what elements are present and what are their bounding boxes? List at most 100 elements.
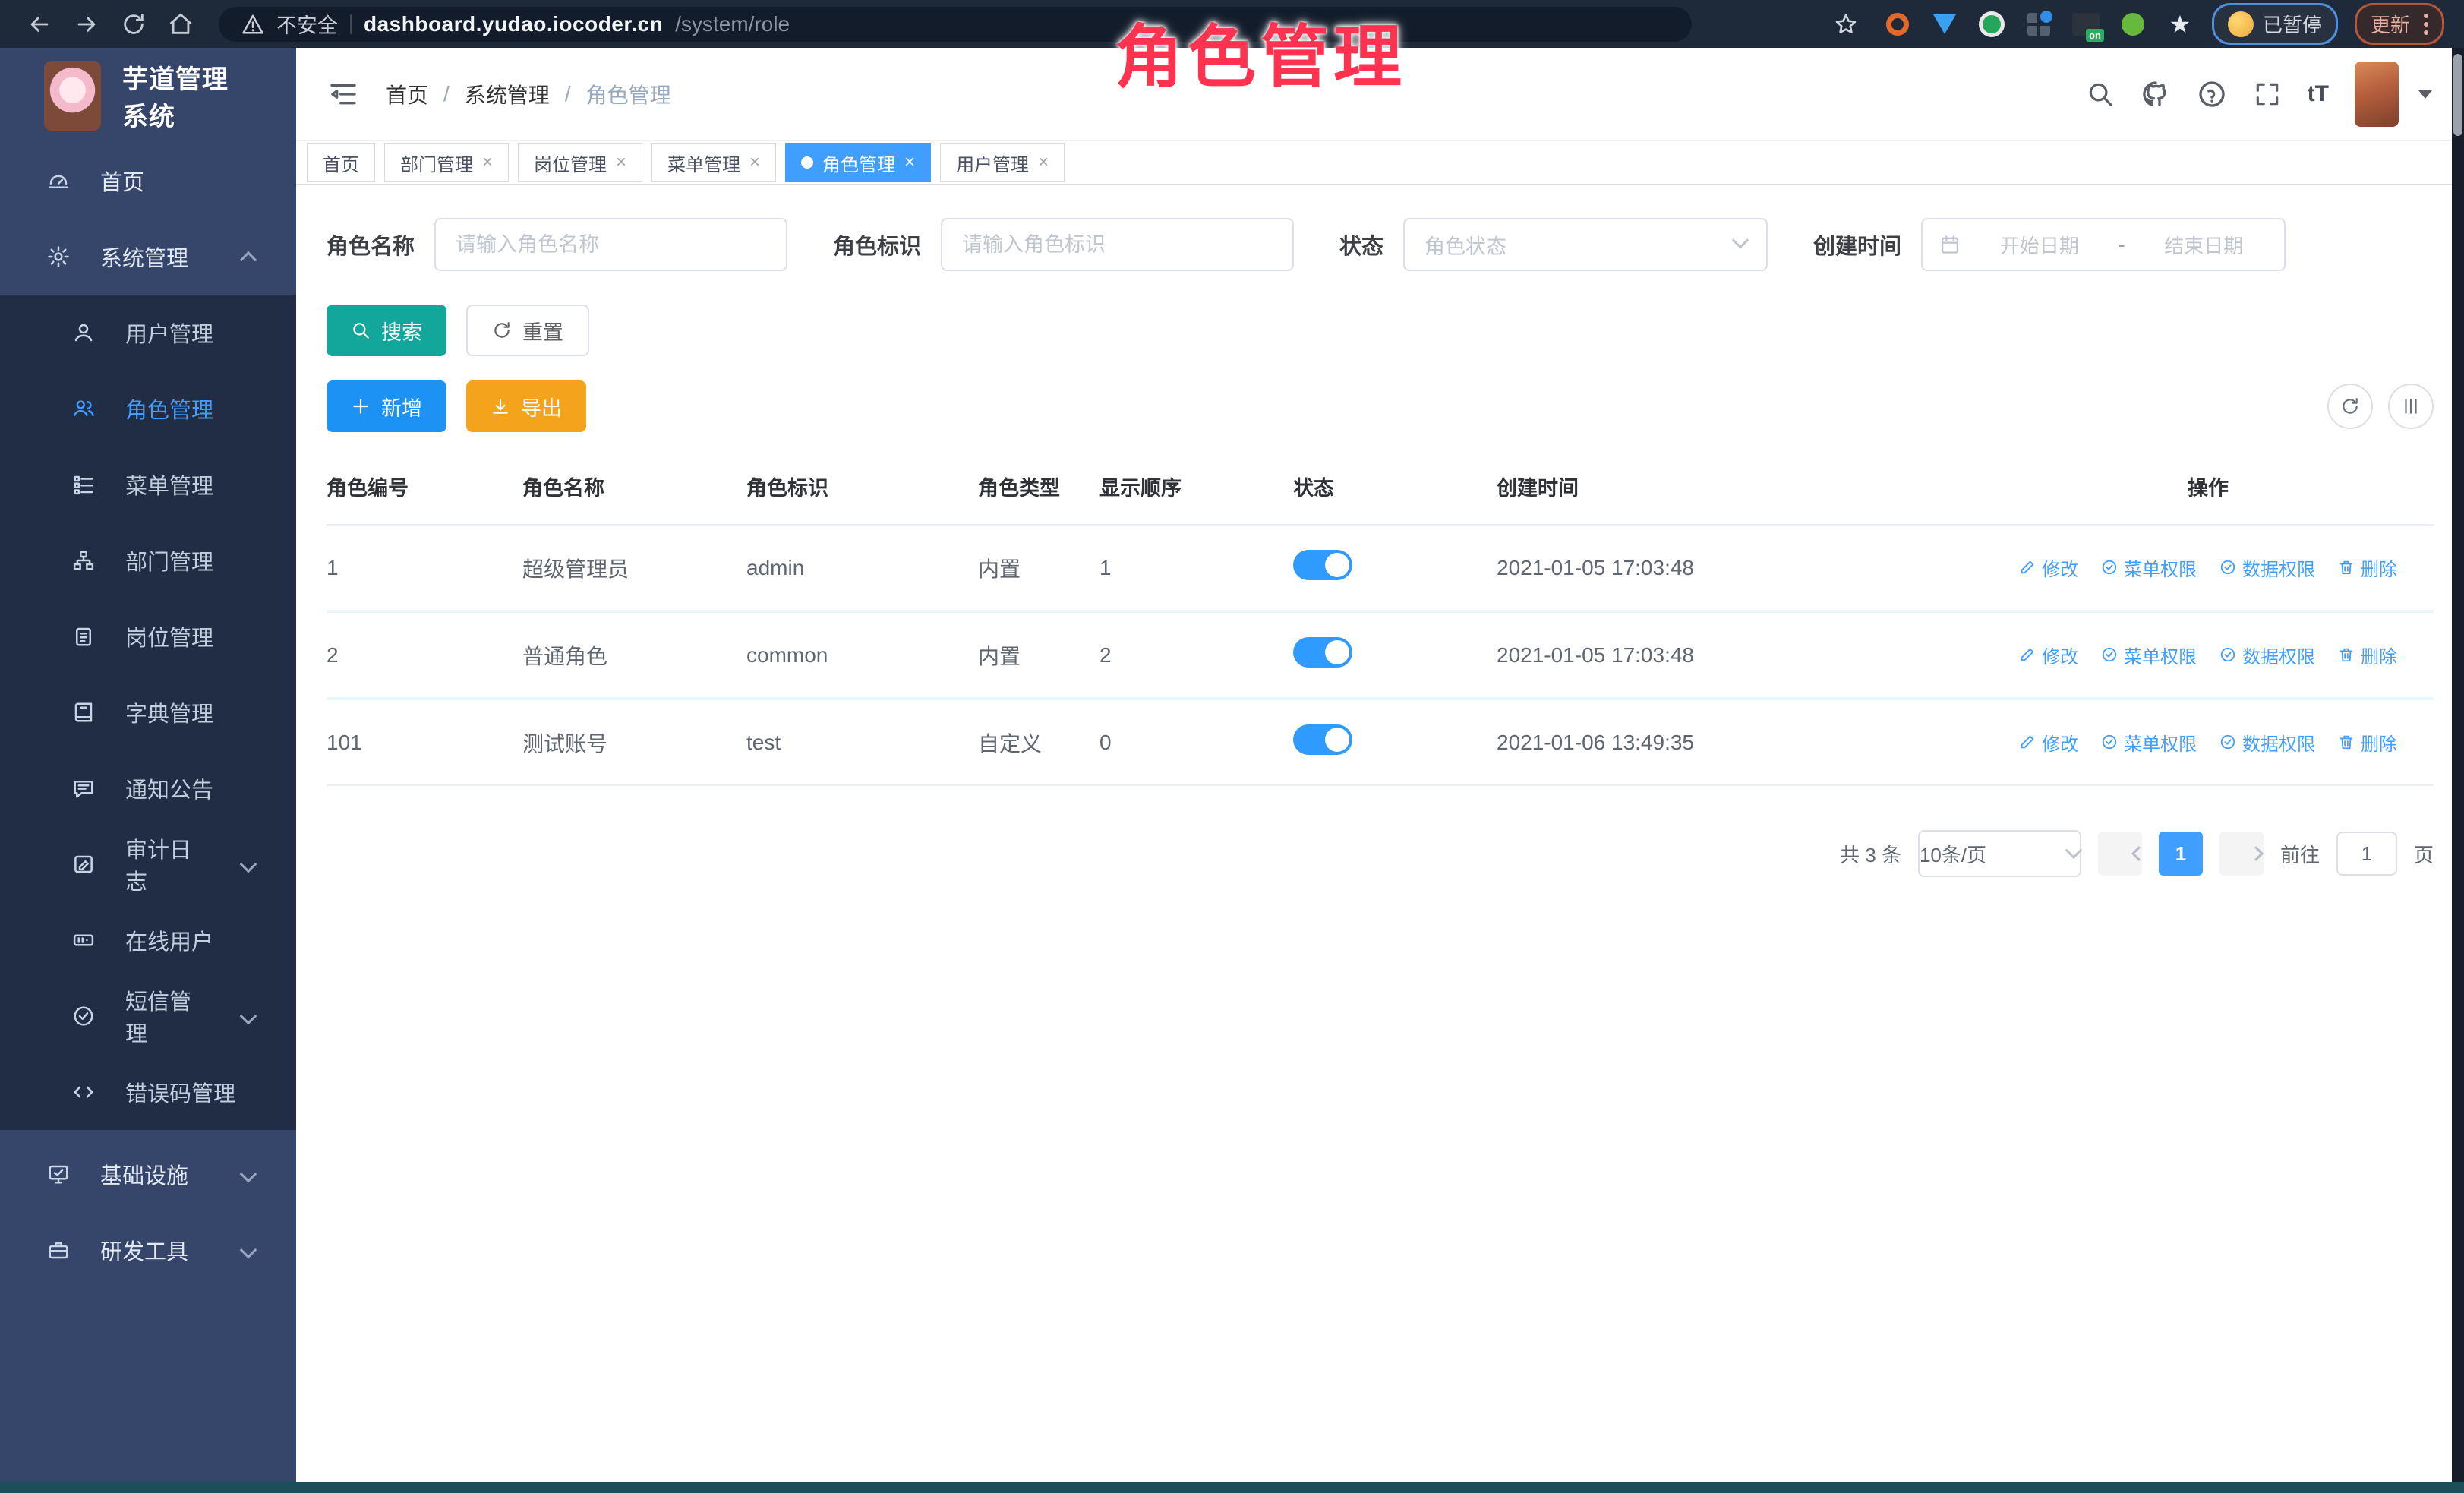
browser-back-icon[interactable]	[20, 5, 59, 44]
breadcrumb-system[interactable]: 系统管理	[465, 79, 550, 109]
breadcrumb-home[interactable]: 首页	[386, 79, 428, 109]
extension-icon-orange-ring[interactable]	[1882, 9, 1913, 39]
goto-page-input[interactable]	[2336, 832, 2397, 876]
sidebar-item-depts[interactable]: 部门管理	[0, 522, 296, 598]
browser-update-button[interactable]: 更新	[2355, 3, 2444, 45]
goto-label: 前往	[2280, 840, 2320, 868]
extension-icon-green-dot[interactable]	[2118, 9, 2148, 39]
sidebar-item-notice[interactable]: 通知公告	[0, 750, 296, 826]
extension-icon-grid-badge[interactable]	[2024, 9, 2054, 39]
help-icon[interactable]	[2197, 79, 2227, 109]
current-page-button[interactable]: 1	[2159, 832, 2203, 876]
column-settings-button[interactable]	[2388, 384, 2434, 429]
pagination: 共 3 条 10条/页 1 前往 页	[327, 830, 2434, 877]
circle-check-icon	[2219, 559, 2236, 576]
prev-page-button[interactable]	[2098, 832, 2142, 876]
address-bar[interactable]: 不安全 dashboard.yudao.iocoder.cn /system/r…	[219, 7, 1692, 42]
edit-link[interactable]: 修改	[2019, 642, 2078, 668]
next-page-button[interactable]	[2219, 832, 2264, 876]
close-icon[interactable]: ×	[749, 153, 760, 172]
sidebar-item-devtools[interactable]: 研发工具	[0, 1212, 296, 1288]
fullscreen-icon[interactable]	[2253, 80, 2282, 109]
trash-icon	[2338, 646, 2355, 663]
close-icon[interactable]: ×	[482, 153, 493, 172]
sidebar-item-error-code[interactable]: 错误码管理	[0, 1054, 296, 1130]
sidebar-item-users[interactable]: 用户管理	[0, 295, 296, 371]
sidebar-item-system[interactable]: 系统管理	[0, 219, 296, 295]
extension-icon-star[interactable]: ★	[2165, 9, 2195, 39]
tab-post[interactable]: 岗位管理 ×	[518, 143, 642, 182]
status-toggle[interactable]	[1293, 637, 1352, 668]
status-toggle[interactable]	[1293, 550, 1352, 580]
tab-dept[interactable]: 部门管理 ×	[384, 143, 509, 182]
menu-perm-link[interactable]: 菜单权限	[2101, 729, 2197, 756]
menu-perm-link[interactable]: 菜单权限	[2101, 642, 2197, 668]
role-name-input[interactable]	[434, 218, 787, 271]
browser-menu-icon[interactable]	[2424, 14, 2428, 35]
role-key-input[interactable]	[941, 218, 1294, 271]
close-icon[interactable]: ×	[1038, 153, 1049, 172]
cell-role-key: admin	[746, 525, 978, 611]
avatar-caret-icon[interactable]	[2418, 90, 2432, 99]
browser-home-icon[interactable]	[161, 5, 200, 44]
tab-label: 用户管理	[956, 150, 1029, 176]
search-button[interactable]: 搜索	[327, 305, 446, 356]
data-perm-link[interactable]: 数据权限	[2219, 554, 2315, 581]
font-size-icon[interactable]: tT	[2308, 81, 2329, 107]
tab-menu[interactable]: 菜单管理 ×	[651, 143, 776, 182]
sidebar-item-infra[interactable]: 基础设施	[0, 1136, 296, 1212]
bookmark-star-icon[interactable]	[1826, 5, 1866, 44]
close-icon[interactable]: ×	[616, 153, 626, 172]
sidebar-item-sms[interactable]: 短信管理	[0, 978, 296, 1054]
reset-button[interactable]: 重置	[466, 305, 589, 356]
delete-link[interactable]: 删除	[2338, 642, 2397, 668]
sidebar-item-roles[interactable]: 角色管理	[0, 371, 296, 447]
browser-scrollbar[interactable]	[2452, 48, 2464, 1482]
edit-link[interactable]: 修改	[2019, 554, 2078, 581]
extension-icon-green-circle[interactable]	[1977, 9, 2007, 39]
export-button[interactable]: 导出	[466, 380, 586, 432]
sidebar-item-posts[interactable]: 岗位管理	[0, 598, 296, 674]
sidebar-item-dict[interactable]: 字典管理	[0, 674, 296, 750]
page-size-select[interactable]: 10条/页	[1918, 830, 2081, 877]
extension-icon-blue-gem[interactable]	[1929, 9, 1960, 39]
scrollbar-thumb[interactable]	[2453, 54, 2462, 136]
close-icon[interactable]: ×	[904, 153, 915, 172]
tab-user[interactable]: 用户管理 ×	[940, 143, 1065, 182]
sidebar-item-home[interactable]: 首页	[0, 143, 296, 219]
add-button[interactable]: 新增	[327, 380, 446, 432]
edit-link[interactable]: 修改	[2019, 729, 2078, 756]
tab-role[interactable]: 角色管理 ×	[785, 143, 931, 182]
sidebar-collapse-icon[interactable]	[328, 79, 358, 109]
sidebar-item-menus[interactable]: 菜单管理	[0, 447, 296, 522]
sidebar-item-audit-log[interactable]: 审计日志	[0, 826, 296, 902]
monitor-icon	[47, 1163, 70, 1185]
search-button-label: 搜索	[381, 316, 422, 346]
status-toggle[interactable]	[1293, 724, 1352, 755]
profile-paused-badge[interactable]: 已暂停	[2212, 3, 2338, 45]
cell-role-key: common	[746, 611, 978, 699]
status-select[interactable]: 角色状态	[1403, 218, 1768, 271]
window-bottom-edge	[0, 1482, 2464, 1493]
tab-home[interactable]: 首页	[307, 143, 375, 182]
end-date-placeholder[interactable]: 结束日期	[2140, 231, 2267, 259]
user-avatar[interactable]	[2355, 62, 2399, 127]
extension-icon-dark-on[interactable]	[2071, 9, 2101, 39]
browser-reload-icon[interactable]	[114, 5, 153, 44]
refresh-table-button[interactable]	[2327, 384, 2373, 429]
role-name-label: 角色名称	[327, 229, 415, 260]
sidebar-item-online-users[interactable]: 在线用户	[0, 902, 296, 978]
search-icon[interactable]	[2086, 80, 2115, 109]
data-perm-link[interactable]: 数据权限	[2219, 729, 2315, 756]
data-perm-link[interactable]: 数据权限	[2219, 642, 2315, 668]
delete-link[interactable]: 删除	[2338, 554, 2397, 581]
start-date-placeholder[interactable]: 开始日期	[1976, 231, 2103, 259]
cell-role-name: 测试账号	[522, 699, 746, 785]
page-content: 角色名称 角色标识 状态 角色状态 创建时间 开始日期 - 结束日期	[296, 185, 2464, 1493]
date-range-picker[interactable]: 开始日期 - 结束日期	[1921, 218, 2286, 271]
sidebar-logo-row[interactable]: 芋道管理系统	[0, 48, 296, 143]
browser-forward-icon[interactable]	[67, 5, 106, 44]
menu-perm-link[interactable]: 菜单权限	[2101, 554, 2197, 581]
github-icon[interactable]	[2141, 79, 2171, 109]
delete-link[interactable]: 删除	[2338, 729, 2397, 756]
